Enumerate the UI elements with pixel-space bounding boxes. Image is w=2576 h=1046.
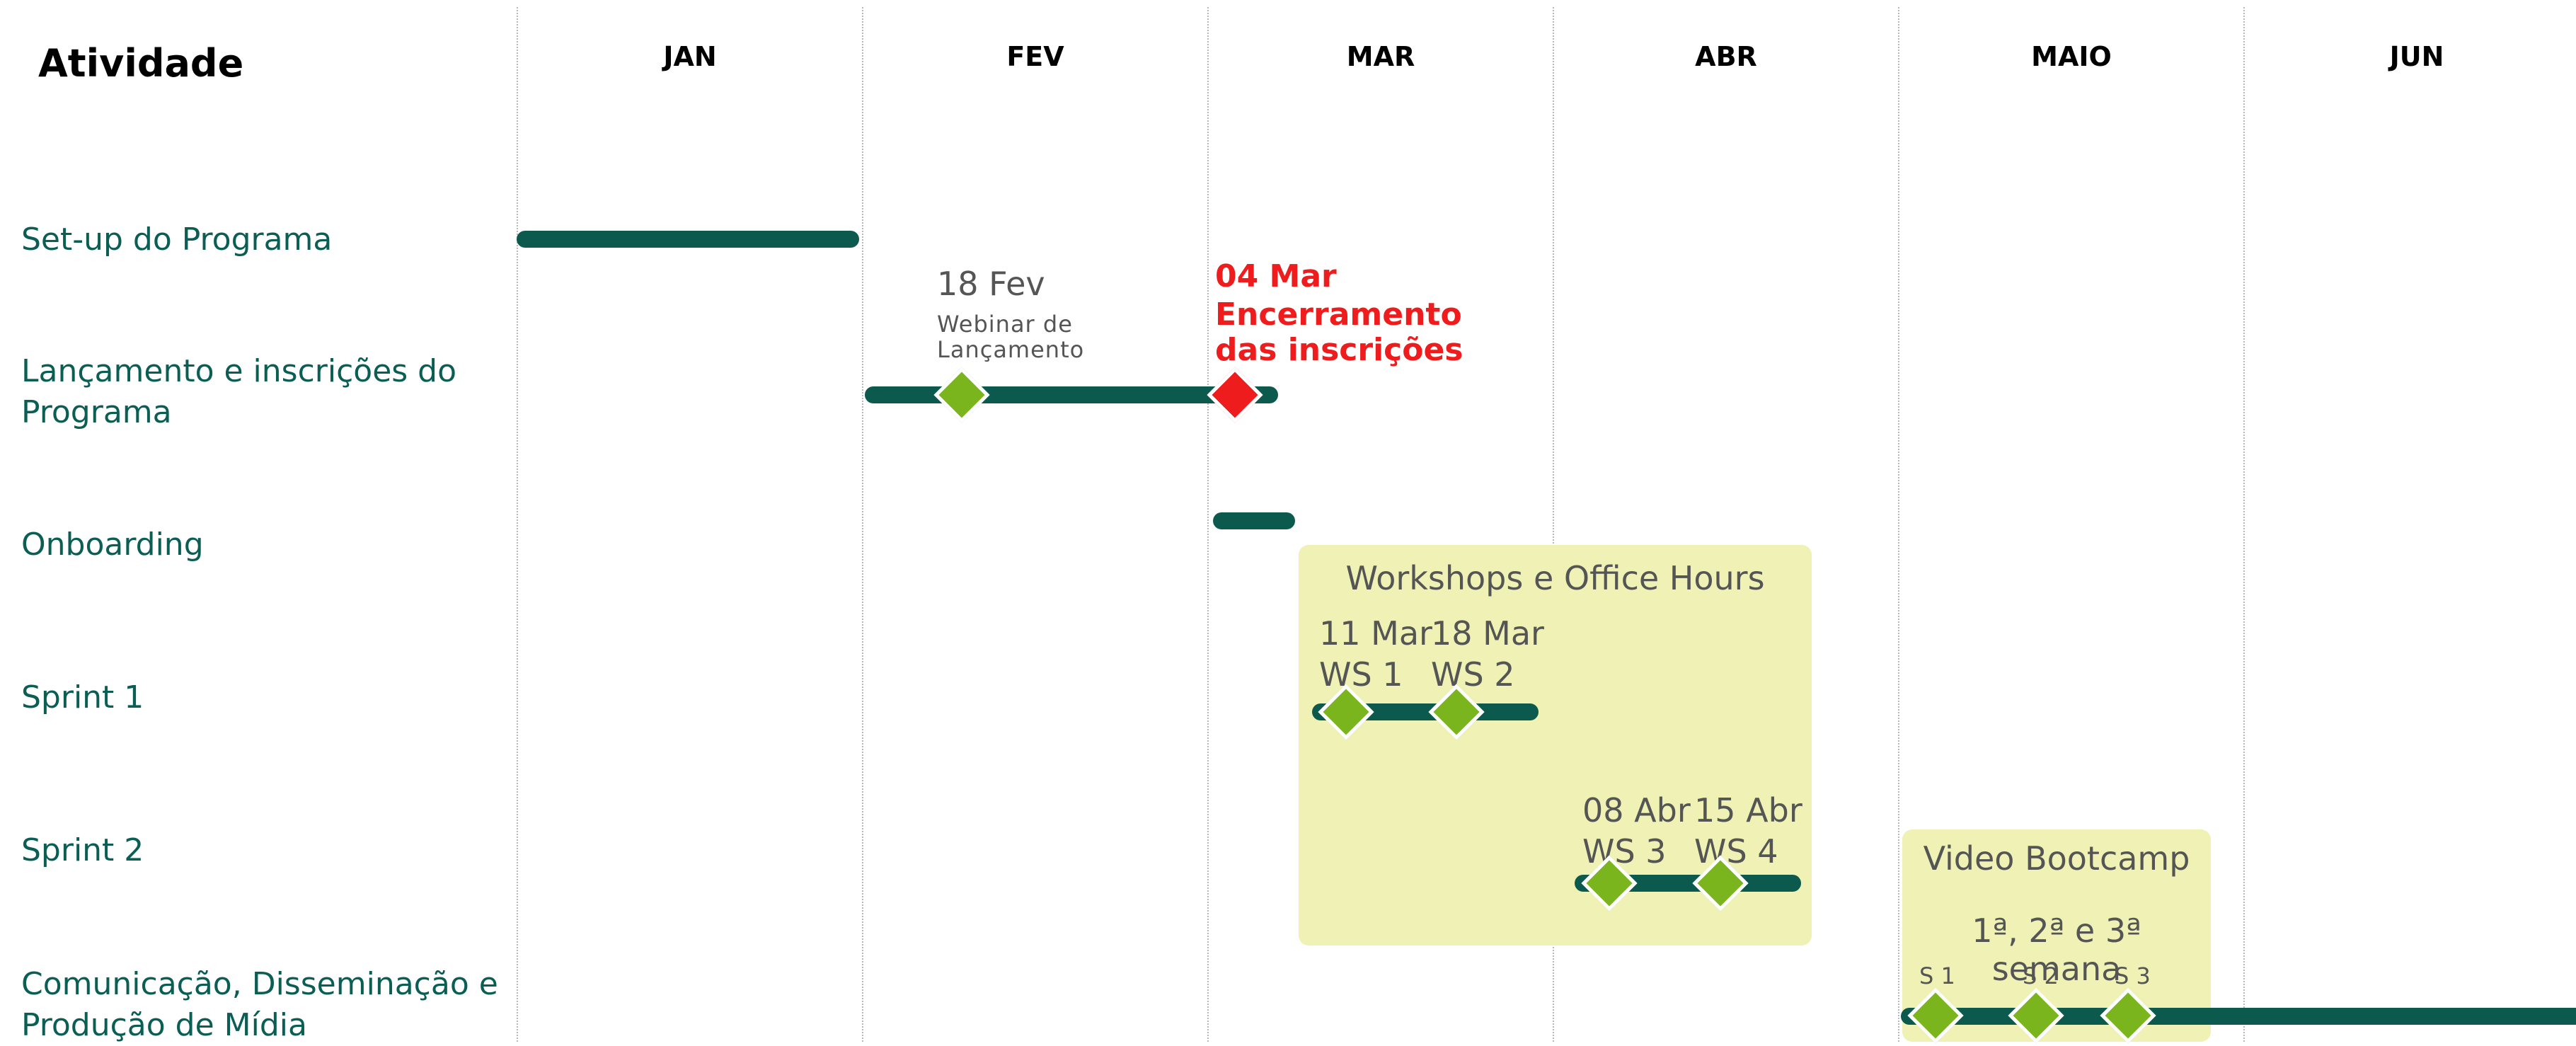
row-label-line: Sprint 1 bbox=[21, 679, 144, 715]
closing-desc-line: Encerramento bbox=[1215, 297, 1462, 333]
month-header-feb: FEV bbox=[1006, 41, 1064, 72]
row-label-onboarding: Onboarding bbox=[21, 524, 204, 565]
row-label-line: Sprint 2 bbox=[21, 832, 144, 868]
row-label-line: Programa bbox=[21, 394, 172, 430]
closing-desc-line: das inscrições bbox=[1215, 332, 1464, 368]
month-header-may: MAIO bbox=[2031, 41, 2112, 72]
row-label-line: Onboarding bbox=[21, 527, 204, 563]
row-label-line: Lançamento e inscrições do bbox=[21, 353, 457, 389]
month-gridline bbox=[517, 7, 518, 1042]
month-header-jun: JUN bbox=[2389, 41, 2444, 72]
ws2-label: WS 2 bbox=[1431, 655, 1515, 694]
row-label-sprint2: Sprint 2 bbox=[21, 830, 144, 871]
s2-label: S 2 bbox=[2023, 962, 2059, 989]
webinar-date: 18 Fev bbox=[937, 265, 1045, 303]
month-gridline bbox=[862, 7, 863, 1042]
row-label-setup: Set-up do Programa bbox=[21, 219, 332, 260]
closing-desc: Encerramento das inscrições bbox=[1215, 297, 1464, 368]
activity-column-header: Atividade bbox=[38, 41, 244, 86]
ws2-date: 18 Mar bbox=[1431, 614, 1544, 653]
row-label-line: Set-up do Programa bbox=[21, 222, 333, 258]
ws1-label: WS 1 bbox=[1319, 655, 1403, 694]
ws4-date: 15 Abr bbox=[1694, 791, 1802, 829]
webinar-milestone-diamond bbox=[933, 367, 990, 423]
webinar-desc: Webinar de Lançamento bbox=[937, 311, 1084, 362]
workshops-box-title: Workshops e Office Hours bbox=[1345, 559, 1765, 597]
month-gridline bbox=[1898, 7, 1899, 1042]
closing-milestone-diamond bbox=[1207, 367, 1263, 423]
s3-label: S 3 bbox=[2115, 962, 2151, 989]
bootcamp-box-title: Video Bootcamp bbox=[1923, 839, 2190, 878]
month-gridline bbox=[2243, 7, 2245, 1042]
onboarding-bar bbox=[1213, 512, 1295, 529]
closing-date: 04 Mar bbox=[1215, 258, 1337, 294]
row-label-line: Comunicação, Disseminação e bbox=[21, 966, 498, 1002]
row-label-line: Produção de Mídia bbox=[21, 1007, 307, 1043]
ws3-label: WS 3 bbox=[1582, 832, 1667, 870]
webinar-desc-line: Lançamento bbox=[937, 336, 1085, 363]
ws3-date: 08 Abr bbox=[1582, 791, 1691, 829]
row-label-sprint1: Sprint 1 bbox=[21, 677, 144, 718]
month-header-apr: ABR bbox=[1695, 41, 1757, 72]
row-label-launch: Lançamento e inscrições do Programa bbox=[21, 351, 456, 433]
month-header-jan: JAN bbox=[663, 41, 717, 72]
s1-label: S 1 bbox=[1919, 962, 1955, 989]
row-label-communication: Comunicação, Disseminação e Produção de … bbox=[21, 964, 498, 1046]
month-header-mar: MAR bbox=[1346, 41, 1415, 72]
month-gridline bbox=[1207, 7, 1209, 1042]
webinar-desc-line: Webinar de bbox=[937, 311, 1073, 338]
ws1-date: 11 Mar bbox=[1319, 614, 1432, 653]
setup-bar bbox=[517, 231, 859, 248]
communication-bar bbox=[1901, 1008, 2576, 1025]
ws4-label: WS 4 bbox=[1694, 832, 1778, 870]
